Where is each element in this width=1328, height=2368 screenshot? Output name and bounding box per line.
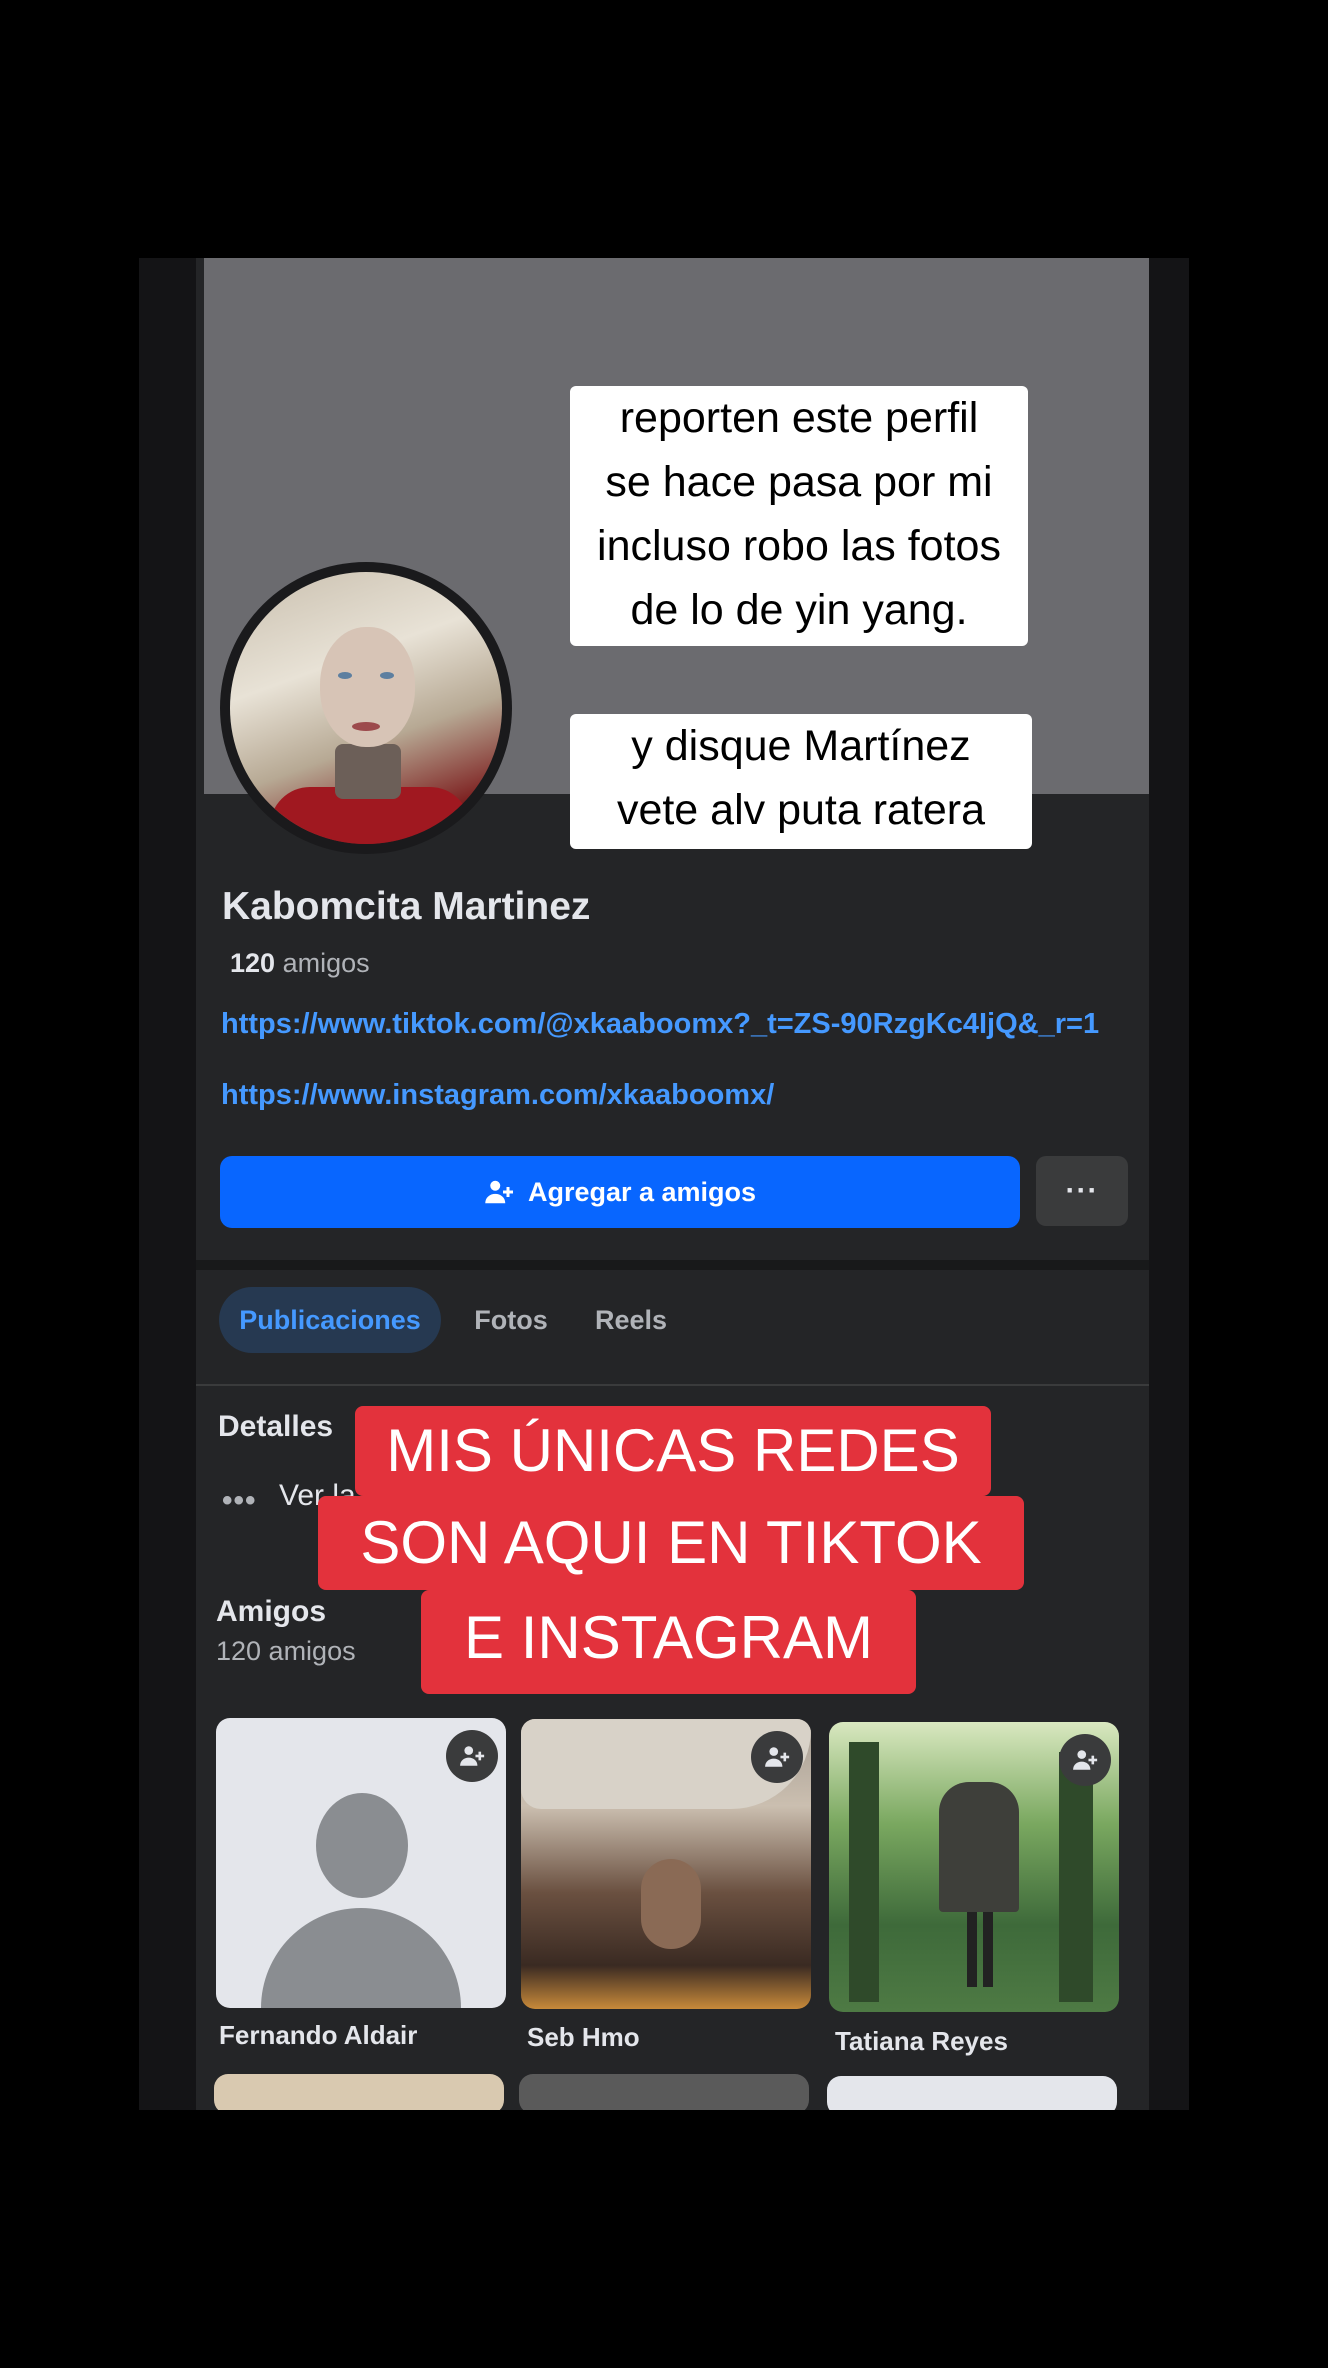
- friends-title: Amigos: [216, 1595, 327, 1628]
- friends-count-label: amigos: [282, 948, 370, 978]
- friend-name[interactable]: Fernando Aldair: [219, 2020, 417, 2051]
- friend-card[interactable]: [216, 1718, 506, 2008]
- default-avatar-icon: [316, 1793, 408, 1898]
- instagram-link[interactable]: https://www.instagram.com/xkaaboomx/: [221, 1078, 1121, 1113]
- section-divider: [196, 1260, 1149, 1270]
- avatar[interactable]: [220, 562, 512, 854]
- caption-line: vete alv puta ratera: [616, 786, 986, 834]
- details-title: Detalles: [218, 1410, 334, 1443]
- tiktok-link[interactable]: https://www.tiktok.com/@xkaaboomx?_t=ZS-…: [221, 1007, 1121, 1042]
- tabs-divider: [196, 1384, 1149, 1386]
- red-caption-line-1: MIS ÚNICAS REDES: [355, 1406, 991, 1496]
- caption-middle: y disque Martínez vete alv puta ratera: [570, 714, 1032, 849]
- add-friend-button[interactable]: Agregar a amigos: [220, 1156, 1020, 1228]
- tab-reels[interactable]: Reels: [576, 1287, 686, 1353]
- caption-line: incluso robo las fotos: [597, 522, 1001, 570]
- add-friend-icon[interactable]: [1059, 1734, 1111, 1786]
- add-friend-label: Agregar a amigos: [527, 1176, 757, 1207]
- friend-card[interactable]: [521, 1719, 811, 2009]
- friends-subtitle: 120 amigos: [216, 1636, 356, 1666]
- friend-card[interactable]: [214, 2074, 504, 2110]
- caption-top: reporten este perfil se hace pasa por mi…: [570, 386, 1028, 646]
- add-friend-icon[interactable]: [751, 1731, 803, 1783]
- add-friend-icon: [485, 1180, 513, 1204]
- more-options-button[interactable]: ···: [1036, 1156, 1128, 1226]
- avatar-image: [230, 572, 502, 844]
- friend-name[interactable]: Tatiana Reyes: [835, 2026, 1008, 2057]
- add-friend-icon[interactable]: [446, 1730, 498, 1782]
- friends-count[interactable]: 120 amigos: [230, 948, 370, 979]
- caption-line: se hace pasa por mi: [605, 458, 993, 506]
- tab-fotos[interactable]: Fotos: [461, 1287, 561, 1353]
- red-caption-line-3: E INSTAGRAM: [421, 1590, 916, 1694]
- friend-card[interactable]: [827, 2076, 1117, 2110]
- profile-name: Kabomcita Martinez: [222, 885, 591, 928]
- more-dots-icon: •••: [222, 1484, 257, 1517]
- tab-publicaciones[interactable]: Publicaciones: [219, 1287, 441, 1353]
- red-caption-line-2: SON AQUI EN TIKTOK: [318, 1496, 1024, 1590]
- friends-count-number: 120: [230, 948, 276, 978]
- caption-line: y disque Martínez: [631, 722, 971, 770]
- caption-line: reporten este perfil: [619, 394, 979, 442]
- friend-card[interactable]: [519, 2074, 809, 2110]
- friend-card[interactable]: [829, 1722, 1119, 2012]
- caption-line: de lo de yin yang.: [630, 586, 968, 634]
- friend-name[interactable]: Seb Hmo: [527, 2022, 640, 2053]
